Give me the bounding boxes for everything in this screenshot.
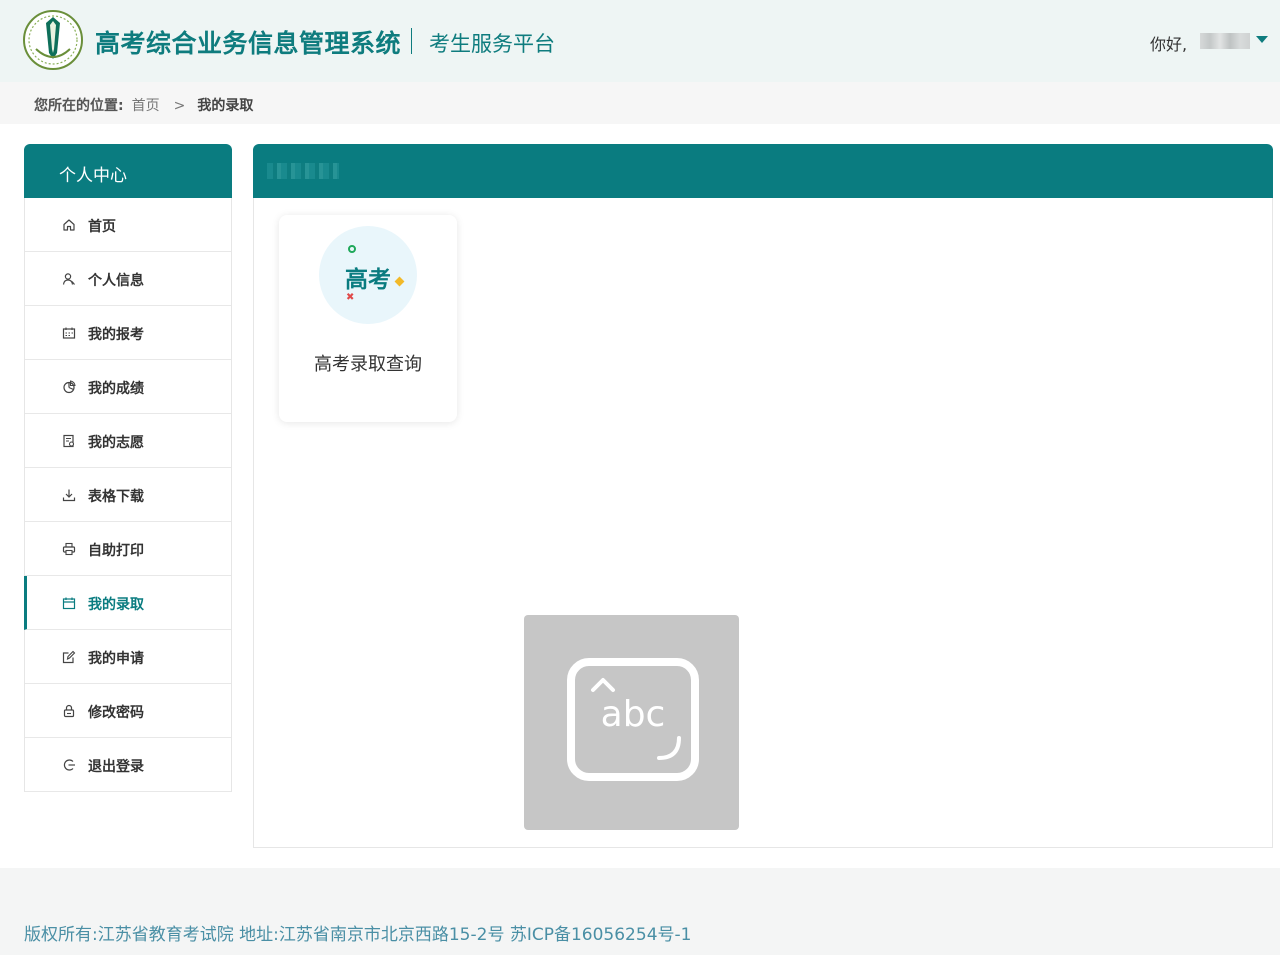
sidebar-item-label: 个人信息 xyxy=(88,273,144,289)
document-icon xyxy=(62,434,76,448)
sidebar-item-label: 我的成绩 xyxy=(88,381,144,397)
admission-query-card[interactable]: 高考 ✖ 高考录取查询 xyxy=(279,215,457,422)
breadcrumb-current: 我的录取 xyxy=(197,98,254,114)
sidebar-header: 个人中心 xyxy=(24,144,232,198)
sidebar-item-logout[interactable]: 退出登录 xyxy=(25,738,231,792)
sidebar-item-label: 退出登录 xyxy=(88,759,144,775)
calendar-icon xyxy=(62,326,76,340)
platform-subtitle: 考生服务平台 xyxy=(429,32,555,56)
user-greeting: 你好, xyxy=(1150,35,1188,54)
breadcrumb: 您所在的位置: 首页 > 我的录取 xyxy=(34,95,253,115)
footer-copyright: 版权所有:江苏省教育考试院 地址:江苏省南京市北京西路15-2号 苏ICP备16… xyxy=(24,925,692,945)
download-icon xyxy=(62,488,76,502)
home-icon xyxy=(62,218,76,232)
ime-text: abc xyxy=(600,694,666,735)
sidebar-item-label: 我的录取 xyxy=(88,597,144,613)
card-title: 高考录取查询 xyxy=(314,354,422,375)
sidebar-item-home[interactable]: 首页 xyxy=(25,198,231,252)
badge-text: 高考 xyxy=(345,267,391,293)
sidebar-item-applications-wish[interactable]: 我的志愿 xyxy=(25,414,231,468)
sidebar-title: 个人中心 xyxy=(59,166,127,186)
logout-icon xyxy=(62,758,76,772)
chevron-down-icon[interactable] xyxy=(1256,36,1268,43)
sidebar-item-change-password[interactable]: 修改密码 xyxy=(25,684,231,738)
sidebar-item-profile[interactable]: 个人信息 xyxy=(25,252,231,306)
calendar-check-icon xyxy=(62,596,76,610)
decor-circle-icon xyxy=(348,245,356,253)
pie-chart-icon xyxy=(62,380,76,394)
decor-cross-icon: ✖ xyxy=(346,292,355,303)
sidebar-item-label: 表格下载 xyxy=(88,489,144,505)
username-masked[interactable] xyxy=(1200,33,1250,49)
top-header: 高考综合业务信息管理系统 考生服务平台 你好, xyxy=(0,0,1280,82)
sidebar-item-downloads[interactable]: 表格下载 xyxy=(25,468,231,522)
title-divider xyxy=(411,28,412,54)
keyboard-icon: abc xyxy=(567,658,699,781)
user-icon xyxy=(62,272,76,286)
lock-icon xyxy=(62,704,76,718)
sidebar-item-requests[interactable]: 我的申请 xyxy=(25,630,231,684)
breadcrumb-separator: > xyxy=(173,98,186,114)
sidebar-item-label: 自助打印 xyxy=(88,543,144,559)
sidebar-menu: 首页 个人信息 我的报考 我的成绩 我的志愿 表格下载 自助打印 我的录取 我的… xyxy=(24,198,232,792)
breadcrumb-home-link[interactable]: 首页 xyxy=(132,98,160,114)
gaokao-badge-icon: 高考 ✖ xyxy=(319,226,417,324)
sidebar-item-label: 我的志愿 xyxy=(88,435,144,451)
sidebar-item-label: 首页 xyxy=(88,219,116,235)
panel-title-masked xyxy=(267,163,339,179)
sidebar-item-label: 我的报考 xyxy=(88,327,144,343)
breadcrumb-label: 您所在的位置: xyxy=(34,98,124,114)
sidebar-item-scores[interactable]: 我的成绩 xyxy=(25,360,231,414)
sidebar-item-label: 修改密码 xyxy=(88,705,144,721)
sidebar-item-self-print[interactable]: 自助打印 xyxy=(25,522,231,576)
ime-placeholder-image: abc xyxy=(524,615,739,830)
system-title: 高考综合业务信息管理系统 xyxy=(95,29,402,58)
logo-emblem-icon xyxy=(22,9,84,71)
sidebar-item-registration[interactable]: 我的报考 xyxy=(25,306,231,360)
sidebar-item-label: 我的申请 xyxy=(88,651,144,667)
main-panel-header xyxy=(253,144,1273,198)
printer-icon xyxy=(62,542,76,556)
edit-icon xyxy=(62,650,76,664)
decor-diamond-icon xyxy=(394,276,405,287)
sidebar-item-admission[interactable]: 我的录取 xyxy=(24,576,231,630)
